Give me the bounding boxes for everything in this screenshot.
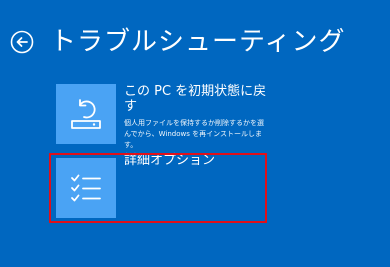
advanced-options-text: 詳細オプション [124,153,270,223]
checklist-icon [71,174,101,202]
reset-pc-text: この PC を初期状態に戻す 個人用ファイルを保持するか削除するかを選んでから、… [124,84,270,149]
back-button[interactable] [10,30,34,54]
advanced-options-tile [56,158,116,218]
reset-pc-icon [71,99,101,129]
reset-pc-tile [56,84,116,144]
page-title: トラブルシューティング [50,27,346,57]
advanced-options-title: 詳細オプション [124,153,216,168]
reset-pc-description: 個人用ファイルを保持するか削除するかを選んでから、Windows を再インストー… [124,119,264,149]
back-arrow-icon [10,30,34,54]
header: トラブルシューティング [10,26,345,58]
advanced-options-option[interactable]: 詳細オプション [52,153,270,223]
reset-pc-title: この PC を初期状態に戻す [124,84,267,114]
reset-pc-option[interactable]: この PC を初期状態に戻す 個人用ファイルを保持するか削除するかを選んでから、… [52,84,270,149]
